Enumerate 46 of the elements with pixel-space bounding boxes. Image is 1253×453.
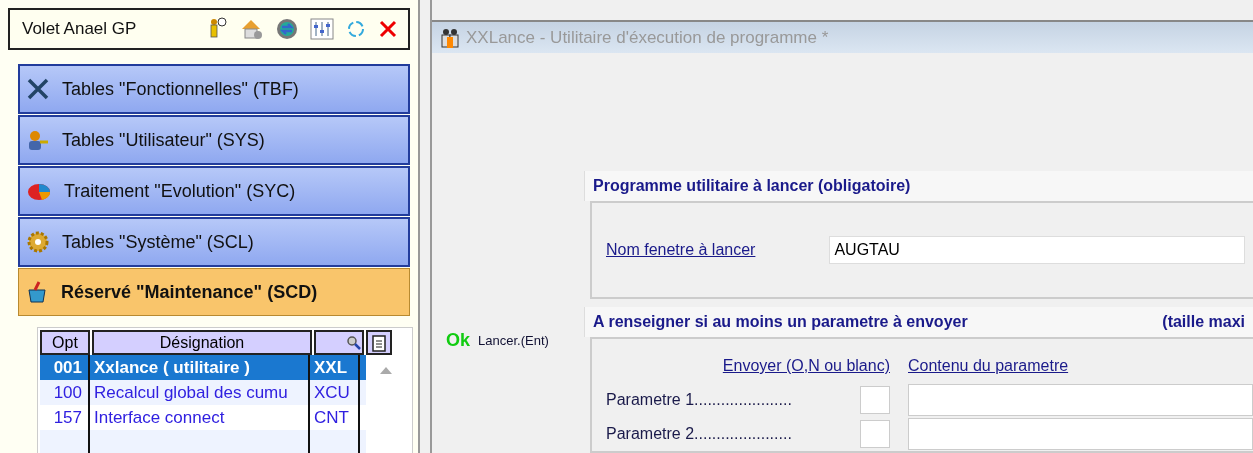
table-row[interactable]: 001 Xxlance ( utilitaire ) XXL bbox=[40, 355, 366, 380]
column-link[interactable]: Contenu du parametre bbox=[908, 357, 1069, 375]
bucket-icon bbox=[25, 280, 49, 304]
field-label-link[interactable]: Nom fenetre à lancer bbox=[606, 241, 756, 259]
parameter-label: Parametre 2...................... bbox=[606, 425, 793, 443]
menu-label: Traitement "Evolution" (SYC) bbox=[64, 180, 296, 202]
close-icon[interactable] bbox=[378, 19, 398, 39]
menu-item[interactable]: Tables "Utilisateur" (SYS) bbox=[18, 115, 410, 165]
clipboard-icon bbox=[372, 333, 386, 352]
sliders-icon[interactable] bbox=[310, 18, 334, 40]
parameter-field[interactable] bbox=[908, 384, 1253, 416]
gear-icon bbox=[26, 230, 50, 254]
search-column-header[interactable] bbox=[314, 330, 364, 355]
sync-icon[interactable] bbox=[275, 17, 299, 41]
panel-splitter[interactable] bbox=[418, 0, 432, 453]
scroll-up-icon[interactable] bbox=[379, 365, 393, 375]
parameter-label: Parametre 1...................... bbox=[606, 391, 793, 409]
table-row[interactable]: 100 Recalcul global des cumu XCU bbox=[40, 380, 366, 405]
section-title: Programme utilitaire à lancer (obligatoire) bbox=[584, 171, 1253, 201]
send-field[interactable] bbox=[860, 420, 890, 448]
menu-item[interactable]: Traitement "Evolution" (SYC) bbox=[18, 166, 410, 216]
tools-icon bbox=[26, 77, 50, 101]
people-icon bbox=[440, 26, 460, 49]
column-header[interactable]: Opt bbox=[40, 330, 90, 355]
clipboard-button[interactable] bbox=[366, 330, 392, 355]
menu-item[interactable]: Réservé "Maintenance" (SCD) bbox=[18, 268, 410, 316]
window-title: XXLance - Utilitaire d'éxecution de programme * bbox=[466, 27, 829, 48]
house-icon[interactable] bbox=[240, 17, 264, 41]
send-field[interactable] bbox=[860, 386, 890, 414]
parameter-field[interactable] bbox=[908, 418, 1253, 450]
section-note: (taille maxi bbox=[1162, 313, 1245, 331]
column-link[interactable]: Envoyer (O,N ou blanc) bbox=[710, 357, 890, 375]
search-icon bbox=[346, 334, 362, 351]
menu-item[interactable]: Tables "Système" (SCL) bbox=[18, 217, 410, 267]
section-title: A renseigner si au moins un parametre à envoyer bbox=[593, 313, 968, 331]
menu-label: Réservé "Maintenance" (SCD) bbox=[61, 281, 318, 303]
ok-caption: Lancer.(Ent) bbox=[478, 333, 549, 348]
menu-label: Tables "Utilisateur" (SYS) bbox=[62, 129, 265, 151]
user-key-icon bbox=[26, 128, 50, 152]
column-header[interactable]: Désignation bbox=[92, 330, 312, 355]
refresh-icon[interactable] bbox=[345, 18, 367, 40]
menu-label: Tables "Système" (SCL) bbox=[62, 231, 254, 253]
menu-label: Tables "Fonctionnelles" (TBF) bbox=[62, 78, 299, 100]
panel-title: Volet Anael GP bbox=[22, 19, 137, 39]
window-name-field[interactable]: AUGTAU bbox=[829, 236, 1245, 264]
menu-item[interactable]: Tables "Fonctionnelles" (TBF) bbox=[18, 64, 410, 114]
